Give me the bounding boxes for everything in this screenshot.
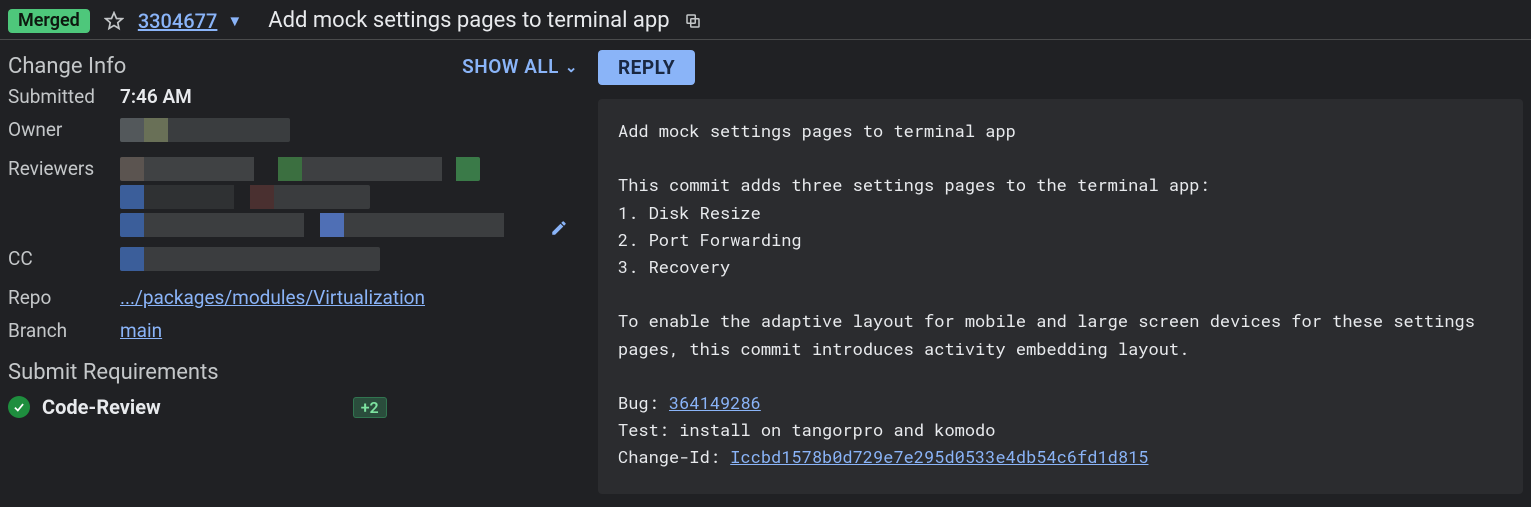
chevron-down-icon: ⌄ [565,58,578,76]
redacted-avatar [120,118,290,142]
redacted-reviewer [120,185,370,209]
bug-label: Bug: [618,391,669,414]
cc-label: CC [8,247,120,270]
change-number-link[interactable]: 3304677 [138,9,218,33]
right-panel: REPLY Add mock settings pages to termina… [598,50,1523,494]
commit-message[interactable]: Add mock settings pages to terminal app … [598,99,1523,494]
commit-item: 2. Port Forwarding [618,228,802,251]
test-line: Test: install on tangorpro and komodo [618,418,995,441]
reviewers-label: Reviewers [8,157,120,180]
redacted-reviewer [120,213,520,237]
submitted-label: Submitted [8,85,120,108]
commit-item: 1. Disk Resize [618,201,761,224]
chevron-down-icon[interactable]: ▼ [227,12,242,30]
changeid-link[interactable]: Iccbd1578b0d729e7e295d0533e4db54c6fd1d81… [730,445,1148,468]
reply-button[interactable]: REPLY [598,50,695,85]
score-badge[interactable]: +2 [353,397,387,418]
cc-value[interactable] [120,247,578,276]
change-info-title: Change Info [8,54,126,79]
show-all-label: SHOW ALL [462,55,559,78]
commit-intro: This commit adds three settings pages to… [618,173,1210,196]
change-info-panel: Change Info SHOW ALL ⌄ Submitted 7:46 AM… [8,50,578,494]
redacted-reviewer [120,157,480,181]
repo-link[interactable]: .../packages/modules/Virtualization [120,286,425,309]
changeid-label: Change-Id: [618,445,730,468]
redacted-cc [120,247,380,271]
show-all-button[interactable]: SHOW ALL ⌄ [462,55,578,78]
submitted-value: 7:46 AM [120,85,578,108]
owner-value[interactable] [120,118,578,147]
branch-link[interactable]: main [120,319,162,342]
commit-item: 3. Recovery [618,255,730,278]
edit-icon[interactable] [550,219,568,237]
star-icon[interactable] [104,11,124,31]
submit-requirements-title: Submit Requirements [8,360,578,385]
requirement-label: Code-Review [42,395,161,419]
bug-link[interactable]: 364149286 [669,391,761,414]
repo-label: Repo [8,286,120,309]
commit-title: Add mock settings pages to terminal app [618,119,1016,142]
requirement-row: Code-Review +2 [8,395,578,419]
change-header: Merged 3304677 ▼ Add mock settings pages… [0,0,1531,40]
reviewers-value[interactable] [120,157,578,237]
branch-label: Branch [8,319,120,342]
change-title: Add mock settings pages to terminal app [268,8,669,33]
check-icon [8,396,30,418]
commit-para: To enable the adaptive layout for mobile… [618,309,1485,359]
status-badge: Merged [8,9,90,33]
copy-icon[interactable] [684,12,702,30]
owner-label: Owner [8,118,120,141]
